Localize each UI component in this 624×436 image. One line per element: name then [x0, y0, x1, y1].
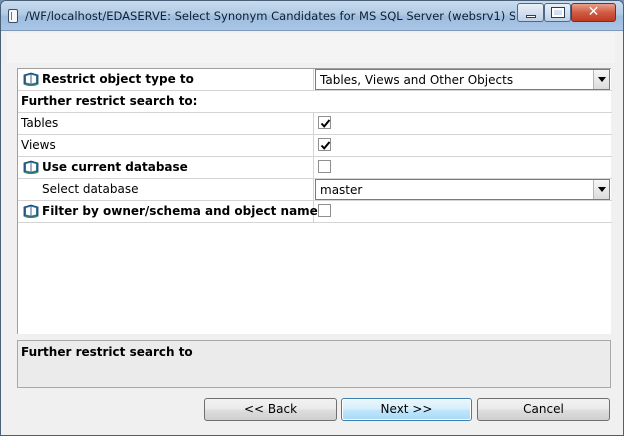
object-type-dropdown-button[interactable] [593, 70, 609, 89]
chevron-down-icon [598, 77, 606, 82]
row-label-cell: Select database [18, 179, 314, 200]
row-use-current-database: Use current database [18, 157, 612, 179]
minimize-button[interactable] [517, 3, 544, 22]
row-value-cell: Tables, Views and Other Objects [315, 69, 612, 90]
database-selected-value: master [320, 183, 363, 197]
database-dropdown[interactable]: master [315, 179, 610, 200]
row-label-cell: Filter by owner/schema and object name [18, 201, 318, 222]
maximize-button[interactable] [544, 3, 571, 22]
window-title: /WF/localhost/EDASERVE: Select Synonym C… [25, 9, 515, 23]
cancel-button[interactable]: Cancel [477, 398, 610, 421]
close-icon: ✕ [587, 4, 600, 20]
checkmark-icon [320, 119, 331, 128]
row-filter-owner-schema: Filter by owner/schema and object name [18, 201, 612, 223]
checkmark-icon [320, 141, 331, 150]
row-value-cell [315, 113, 612, 134]
row-restrict-object-type: Restrict object type to Tables, Views an… [18, 69, 612, 91]
row-views: Views [18, 135, 612, 157]
views-label: Views [21, 138, 56, 152]
book-icon [23, 160, 39, 174]
row-label-cell: Use current database [18, 157, 314, 178]
row-label-cell: Restrict object type to [18, 69, 314, 90]
use-current-database-label: Use current database [42, 160, 188, 174]
row-label-cell: Tables [18, 113, 314, 134]
views-checkbox[interactable] [318, 138, 331, 151]
maximize-icon [551, 7, 565, 18]
further-restrict-heading: Further restrict search to: [21, 94, 198, 108]
close-button[interactable]: ✕ [571, 3, 616, 22]
top-panel [7, 33, 615, 63]
row-select-database: Select database master [18, 179, 612, 201]
object-type-selected-value: Tables, Views and Other Objects [320, 73, 514, 87]
filter-owner-schema-checkbox[interactable] [318, 204, 331, 217]
row-label-cell: Further restrict search to: [18, 91, 612, 112]
row-label-cell: Views [18, 135, 314, 156]
row-value-cell [315, 201, 612, 222]
back-button[interactable]: << Back [204, 398, 337, 421]
minimize-icon [526, 15, 536, 18]
filter-owner-schema-label: Filter by owner/schema and object name [42, 204, 318, 218]
document-icon [8, 9, 18, 23]
restrict-object-type-label: Restrict object type to [42, 72, 194, 86]
row-tables: Tables [18, 113, 612, 135]
row-value-cell [315, 135, 612, 156]
description-panel: Further restrict search to [17, 340, 611, 388]
chevron-down-icon [598, 187, 606, 192]
description-text: Further restrict search to [21, 345, 193, 359]
book-icon [23, 72, 39, 86]
options-grid: Restrict object type to Tables, Views an… [17, 68, 612, 334]
book-icon [23, 204, 39, 218]
tables-label: Tables [21, 116, 59, 130]
use-current-database-checkbox[interactable] [318, 160, 331, 173]
row-value-cell: master [315, 179, 612, 200]
tables-checkbox[interactable] [318, 116, 331, 129]
row-value-cell [315, 157, 612, 178]
row-further-restrict: Further restrict search to: [18, 91, 612, 113]
object-type-dropdown[interactable]: Tables, Views and Other Objects [315, 69, 610, 90]
title-bar[interactable]: /WF/localhost/EDASERVE: Select Synonym C… [1, 1, 623, 31]
next-button[interactable]: Next >> [341, 398, 472, 421]
database-dropdown-button[interactable] [593, 180, 609, 199]
dialog-window: /WF/localhost/EDASERVE: Select Synonym C… [0, 0, 624, 436]
select-database-label: Select database [42, 182, 139, 196]
